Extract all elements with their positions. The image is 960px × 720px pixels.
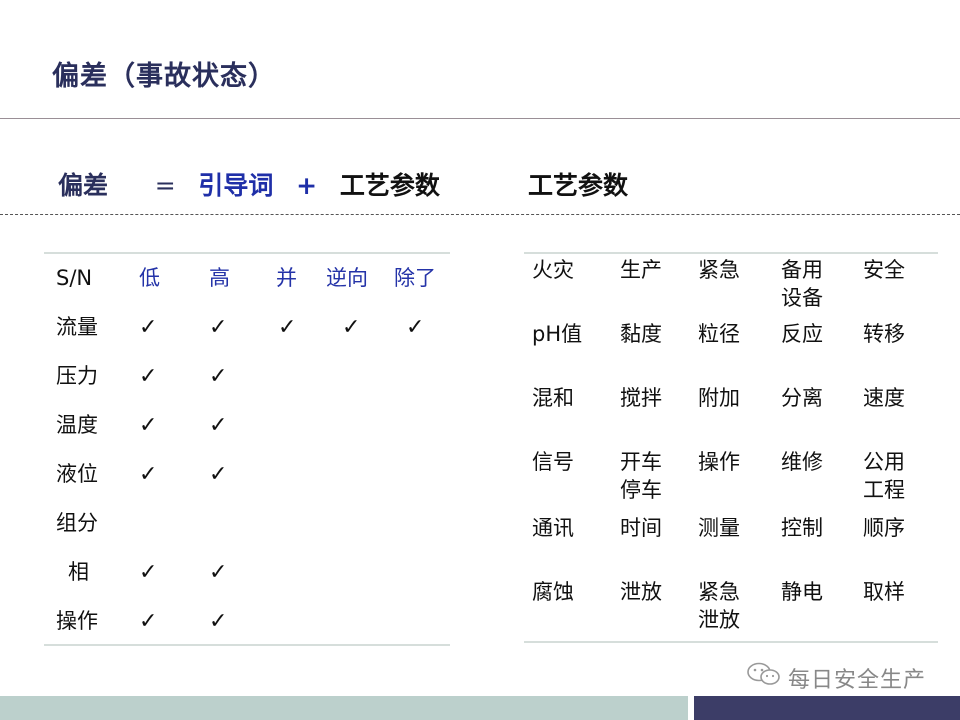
formula-equals: = [154,171,176,200]
watermark-text: 每日安全生产 [788,668,927,693]
footer-bar-left [0,696,688,720]
grid-top-rule [524,252,938,254]
grid-bottom-rule [524,641,938,643]
process-param-cell: 静电 [781,580,823,604]
check-mark-high: ✓ [209,413,228,438]
process-param-cell: 黏度 [620,322,662,346]
check-mark-low: ✓ [139,462,158,487]
process-param-cell: pH值 [532,322,583,346]
guide-word-matrix: S/N 低 高 并 逆向 除了 流量 ✓ ✓ ✓ ✓ ✓ 压力 ✓ ✓ 温度 ✓ ✓ 液位 ✓ ✓ 组分相 ✓ ✓… [44,252,450,646]
process-param-cell: 测量 [698,516,740,540]
process-param-cell: 搅拌 [620,386,662,410]
check-mark-also: ✓ [278,315,297,340]
process-param-cell: 顺序 [863,516,905,540]
process-param-cell: 控制 [781,516,823,540]
process-param-cell: 操作 [698,450,740,474]
process-param-cell: 混和 [532,386,574,410]
matrix-param-label: 流量 [56,315,98,339]
check-mark-low: ✓ [139,560,158,585]
process-param-cell: 备用 设备 [781,258,823,310]
formula-guide-word: 引导词 [198,171,274,200]
matrix-row: 液位 ✓ ✓ [44,450,450,499]
matrix-row: 压力 ✓ ✓ [44,352,450,401]
header-low: 低 [139,266,160,290]
header-other-than: 除了 [394,266,436,290]
dashed-divider [0,214,960,215]
formula-plus: + [296,171,318,200]
process-param-grid: 火灾 生产 紧急 备用 设备 安全 pH值 黏度 粒径 反应 转移混和 搅拌 附加 分离 速度信号 开车 停… [524,252,938,644]
process-param-cell: 紧急 [698,258,740,282]
process-param-cell: 开车 停车 [620,450,662,502]
process-param-cell: 泄放 [620,580,662,604]
process-param-cell: 速度 [863,386,905,410]
matrix-row: 操作 ✓ ✓ [44,597,450,646]
check-mark-high: ✓ [209,609,228,634]
check-mark-high: ✓ [209,315,228,340]
process-param-cell: 分离 [781,386,823,410]
process-param-cell: 粒径 [698,322,740,346]
process-param-cell: 信号 [532,450,574,474]
formula-deviation: 偏差 [58,171,109,200]
process-param-cell: 通讯 [532,516,574,540]
title-divider [0,118,960,119]
header-high: 高 [209,266,230,290]
header-also: 并 [276,266,297,290]
check-mark-low: ✓ [139,609,158,634]
process-param-cell: 维修 [781,450,823,474]
check-mark-low: ✓ [139,364,158,389]
check-mark-high: ✓ [209,462,228,487]
process-param-cell: 公用 工程 [863,450,905,502]
process-param-cell: 紧急 泄放 [698,580,740,632]
process-param-cell: 火灾 [532,258,574,282]
process-param-cell: 生产 [620,258,662,282]
matrix-row: 组分 [44,499,450,548]
matrix-param-label: 温度 [56,413,98,437]
process-param-cell: 附加 [698,386,740,410]
matrix-header-row: S/N 低 高 并 逆向 除了 [44,254,450,303]
header-sn: S/N [56,266,93,290]
process-param-cell: 安全 [863,258,905,282]
wechat-icon [747,662,780,685]
check-mark-low: ✓ [139,315,158,340]
process-param-cell: 取样 [863,580,905,604]
process-param-cell: 转移 [863,322,905,346]
matrix-row: 流量 ✓ ✓ ✓ ✓ ✓ [44,303,450,352]
process-param-cell: 时间 [620,516,662,540]
deviation-formula: 偏差 = 引导词 + 工艺参数 [58,166,440,202]
formula-process-param: 工艺参数 [339,171,440,200]
check-mark-other-than: ✓ [406,315,425,340]
process-params-heading: 工艺参数 [528,171,629,200]
check-mark-high: ✓ [209,560,228,585]
matrix-param-label: 液位 [56,462,98,486]
slide-title: 偏差（事故状态） [52,61,276,92]
matrix-param-label: 操作 [56,609,98,633]
matrix-param-label: 压力 [56,364,98,388]
header-reverse: 逆向 [326,266,368,290]
matrix-row: 温度 ✓ ✓ [44,401,450,450]
matrix-row: 相 ✓ ✓ [44,548,450,597]
matrix-param-label: 组分 [56,511,98,535]
footer-bar-right [694,696,960,720]
check-mark-high: ✓ [209,364,228,389]
matrix-param-label: 相 [68,560,89,584]
process-param-cell: 腐蚀 [532,580,574,604]
process-param-cell: 反应 [781,322,823,346]
check-mark-reverse: ✓ [342,315,361,340]
check-mark-low: ✓ [139,413,158,438]
